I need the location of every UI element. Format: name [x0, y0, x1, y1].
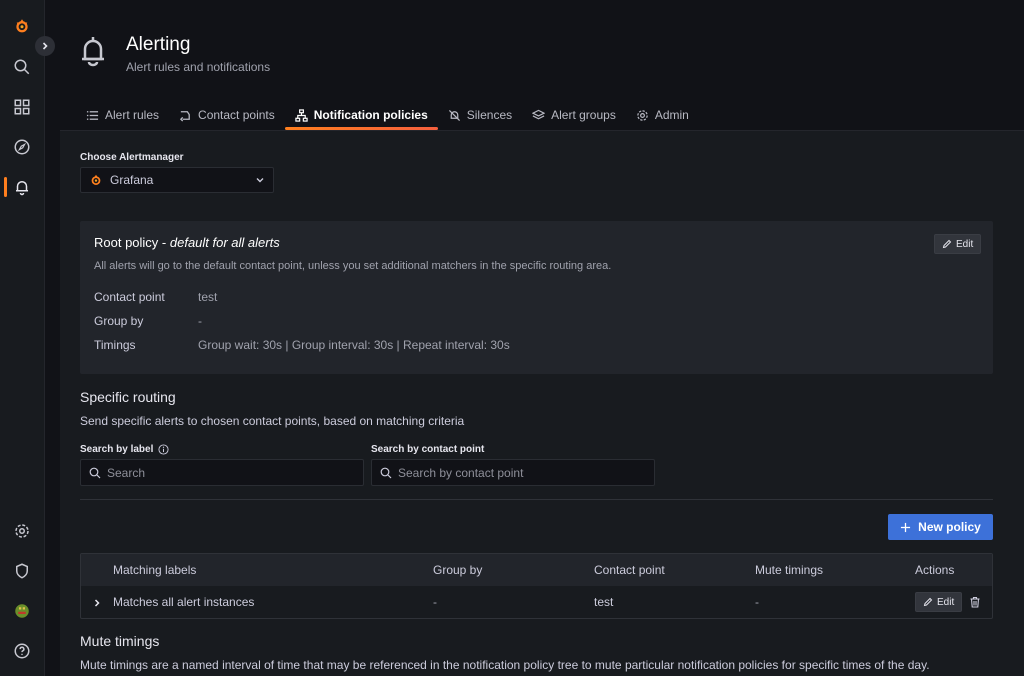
search-by-label-text: Search by label — [80, 444, 154, 455]
root-policy-title: Root policy - default for all alerts — [94, 235, 280, 250]
search-by-contact-title: Search by contact point — [371, 444, 485, 455]
sitemap-icon — [295, 108, 308, 122]
cog-icon — [637, 109, 648, 121]
timings-value: Group wait: 30s | Group interval: 30s | … — [198, 338, 510, 352]
contact-point-key: Contact point — [94, 290, 165, 304]
pen-icon — [942, 239, 952, 249]
new-policy-label: New policy — [918, 520, 981, 534]
contact-point-value: test — [198, 290, 218, 304]
mute-timings-title: Mute timings — [80, 633, 160, 649]
group-by-key: Group by — [94, 314, 144, 328]
page-subtitle: Alert rules and notifications — [126, 60, 271, 74]
active-indicator — [4, 177, 7, 197]
gear-icon[interactable] — [10, 519, 34, 543]
mute-timings-description: Mute timings are a named interval of tim… — [80, 658, 930, 672]
avatar-icon[interactable] — [10, 599, 34, 623]
root-policy-edit-button[interactable]: Edit — [934, 234, 982, 254]
new-policy-button[interactable]: New policy — [888, 514, 993, 540]
tab-label: Notification policies — [313, 108, 428, 122]
search-by-contact-field[interactable] — [371, 459, 655, 486]
divider — [80, 499, 993, 500]
search-icon — [89, 467, 101, 478]
search-icon[interactable] — [10, 55, 34, 79]
alertmanager-selected: Grafana — [110, 173, 154, 187]
grafana-logo-icon[interactable] — [10, 14, 34, 38]
tab-bar: Alert rules Contact points Notification … — [76, 100, 699, 130]
layer-group-icon — [532, 109, 546, 119]
page-title: Alerting — [126, 34, 191, 55]
alertmanager-label: Choose Alertmanager — [80, 152, 184, 163]
specific-routing-title: Specific routing — [80, 389, 176, 405]
row-contact-point: test — [594, 595, 614, 609]
header-matching-labels: Matching labels — [113, 563, 197, 577]
edit-label: Edit — [956, 238, 974, 250]
bell-slash-icon — [448, 109, 460, 121]
search-by-label-title: Search by label — [80, 444, 169, 455]
search-icon — [380, 467, 392, 478]
chevron-down-icon — [256, 178, 264, 183]
policies-table: Matching labels Group by Contact point M… — [80, 553, 993, 619]
pen-icon — [923, 597, 933, 607]
sidebar — [0, 0, 45, 676]
row-matching-labels: Matches all alert instances — [113, 595, 255, 609]
edit-label: Edit — [937, 596, 955, 608]
apps-grid-icon[interactable] — [10, 95, 34, 119]
header-actions: Actions — [915, 563, 955, 577]
tab-label: Silences — [466, 108, 513, 122]
tab-contact-points[interactable]: Contact points — [169, 100, 285, 130]
row-edit-button[interactable]: Edit — [915, 592, 963, 612]
tab-alert-rules[interactable]: Alert rules — [76, 100, 169, 130]
root-policy-card: Root policy - default for all alerts Edi… — [80, 221, 993, 374]
tab-alert-groups[interactable]: Alert groups — [522, 100, 626, 130]
row-group-by: - — [433, 595, 437, 609]
plus-icon — [901, 522, 911, 532]
timings-key: Timings — [94, 338, 136, 352]
tab-label: Alert groups — [551, 108, 616, 122]
tab-silences[interactable]: Silences — [438, 100, 522, 130]
contact-icon — [179, 110, 190, 122]
row-mute-timings: - — [755, 595, 759, 609]
compass-icon[interactable] — [10, 135, 34, 159]
chevron-right-icon[interactable] — [92, 598, 102, 608]
root-policy-description: All alerts will go to the default contac… — [94, 260, 612, 272]
header-mute-timings: Mute timings — [755, 563, 824, 577]
search-by-label-input[interactable] — [107, 465, 347, 480]
sidebar-expand-button[interactable] — [35, 36, 55, 56]
tab-notification-policies[interactable]: Notification policies — [284, 100, 438, 130]
root-policy-title-text: Root policy — [94, 235, 159, 250]
search-by-label-field[interactable] — [80, 459, 364, 486]
root-policy-subtitle: default for all alerts — [169, 235, 280, 250]
root-policy-separator: - — [158, 235, 170, 250]
notification-policies-panel: Choose Alertmanager Grafana Root policy … — [60, 130, 1024, 676]
tab-admin[interactable]: Admin — [626, 100, 699, 130]
tab-label: Admin — [654, 108, 689, 122]
search-by-contact-input[interactable] — [398, 465, 638, 480]
group-by-value: - — [198, 314, 202, 328]
bell-icon — [82, 37, 104, 67]
chevron-right-icon — [42, 42, 48, 50]
table-row: Matches all alert instances - test - Edi… — [81, 586, 992, 619]
shield-icon[interactable] — [10, 559, 34, 583]
specific-routing-description: Send specific alerts to chosen contact p… — [80, 414, 465, 428]
trash-icon[interactable] — [969, 596, 981, 608]
alertmanager-select[interactable]: Grafana — [80, 167, 274, 193]
grafana-logo-icon — [91, 174, 101, 185]
bell-icon[interactable] — [10, 175, 34, 199]
table-header: Matching labels Group by Contact point M… — [81, 554, 992, 586]
tab-label: Contact points — [198, 108, 275, 122]
header-contact-point: Contact point — [594, 563, 665, 577]
header-group-by: Group by — [433, 563, 483, 577]
tab-label: Alert rules — [105, 108, 160, 122]
info-icon[interactable] — [158, 444, 169, 455]
help-icon[interactable] — [10, 639, 34, 663]
list-icon — [86, 110, 99, 120]
